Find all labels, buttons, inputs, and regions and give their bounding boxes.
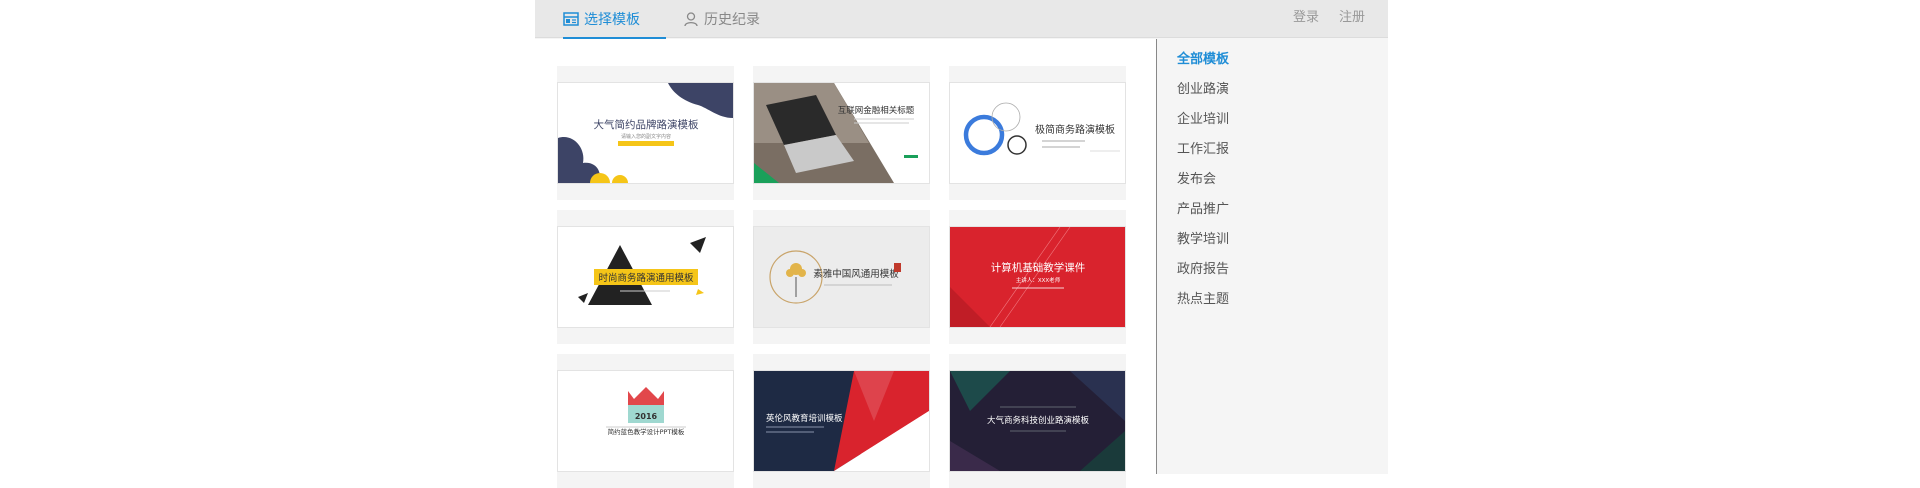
category-launch-event[interactable]: 发布会 — [1177, 168, 1216, 187]
category-teaching-training[interactable]: 教学培训 — [1177, 228, 1229, 247]
register-link[interactable]: 注册 — [1339, 0, 1365, 38]
login-link[interactable]: 登录 — [1293, 0, 1319, 38]
template-thumbnail: 2016 简约蓝色教学设计PPT模板 — [557, 370, 734, 472]
template-card[interactable]: 大气商务科技创业路演模板 — [949, 354, 1126, 488]
category-government-report[interactable]: 政府报告 — [1177, 258, 1229, 277]
template-card[interactable]: 大气简约品牌路演模板 请输入您的副文字内容 — [557, 66, 734, 200]
user-icon — [684, 12, 698, 27]
template-title: 计算机基础教学课件 — [991, 261, 1086, 274]
template-thumbnail: 极简商务路演模板 — [949, 82, 1126, 184]
template-title: 大气简约品牌路演模板 — [594, 118, 699, 131]
category-work-report[interactable]: 工作汇报 — [1177, 138, 1229, 157]
template-thumbnail: 计算机基础教学课件 主讲人：XXX老师 — [949, 226, 1126, 328]
template-subtitle: 简约蓝色教学设计PPT模板 — [608, 427, 685, 436]
category-sidebar: 全部模板 创业路演 企业培训 工作汇报 发布会 产品推广 教学培训 政府报告 热… — [1157, 39, 1388, 474]
template-title: 大气商务科技创业路演模板 — [987, 415, 1090, 426]
template-title: 极简商务路演模板 — [1035, 123, 1115, 136]
tab-history-label: 历史纪录 — [704, 12, 760, 28]
template-title: 英伦风教育培训模板 — [766, 413, 843, 424]
template-picker-panel: 选择模板 历史纪录 登录 注册 大气简约品牌路演模板 请输入您的副文字内容 互联… — [535, 0, 1388, 488]
template-card[interactable]: 2016 简约蓝色教学设计PPT模板 — [557, 354, 734, 488]
red-seal — [894, 263, 901, 272]
template-thumbnail: 大气简约品牌路演模板 请输入您的副文字内容 — [557, 82, 734, 184]
category-product-promotion[interactable]: 产品推广 — [1177, 198, 1229, 217]
tab-select-template[interactable]: 选择模板 — [563, 0, 666, 39]
template-icon — [563, 12, 579, 26]
template-card[interactable]: 极简商务路演模板 — [949, 66, 1126, 200]
template-thumbnail: 素雅中国风通用模板 — [753, 226, 930, 328]
template-subtitle: 请输入您的副文字内容 — [621, 133, 671, 140]
category-startup-roadshow[interactable]: 创业路演 — [1177, 78, 1229, 97]
template-title: 时尚商务路演通用模板 — [598, 272, 694, 284]
tab-history[interactable]: 历史纪录 — [683, 0, 760, 38]
template-grid: 大气简约品牌路演模板 请输入您的副文字内容 互联网金融相关标题 极简商务路演模板… — [535, 39, 1157, 488]
template-thumbnail: 互联网金融相关标题 — [753, 82, 930, 184]
template-title: 素雅中国风通用模板 — [813, 268, 899, 280]
template-card[interactable]: 计算机基础教学课件 主讲人：XXX老师 — [949, 210, 1126, 344]
template-thumbnail: 英伦风教育培训模板 — [753, 370, 930, 472]
category-all[interactable]: 全部模板 — [1177, 48, 1229, 67]
template-card[interactable]: 英伦风教育培训模板 — [753, 354, 930, 488]
template-card[interactable]: 互联网金融相关标题 — [753, 66, 930, 200]
template-thumbnail: 时尚商务路演通用模板 — [557, 226, 734, 328]
template-subtitle: 主讲人：XXX老师 — [1016, 276, 1061, 284]
category-corporate-training[interactable]: 企业培训 — [1177, 108, 1229, 127]
template-thumbnail: 大气商务科技创业路演模板 — [949, 370, 1126, 472]
category-hot-topics[interactable]: 热点主题 — [1177, 288, 1229, 307]
template-card[interactable]: 时尚商务路演通用模板 — [557, 210, 734, 344]
tab-select-template-label: 选择模板 — [584, 12, 640, 28]
top-bar: 选择模板 历史纪录 登录 注册 — [535, 0, 1388, 39]
template-title: 互联网金融相关标题 — [838, 105, 915, 116]
template-title: 2016 — [635, 412, 658, 421]
template-card[interactable]: 素雅中国风通用模板 — [753, 210, 930, 344]
